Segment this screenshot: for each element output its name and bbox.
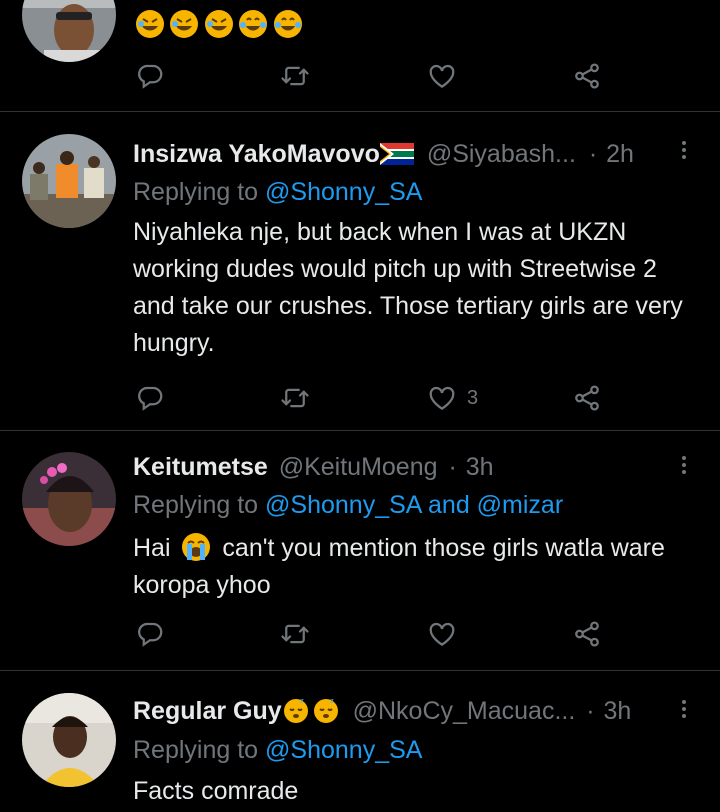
share-button[interactable]	[572, 378, 602, 418]
display-name[interactable]: Insizwa YakoMavovo	[133, 140, 380, 168]
like-icon	[427, 383, 457, 413]
like-count: 3	[467, 386, 479, 409]
reply-icon	[135, 383, 165, 413]
user-handle[interactable]: @KeituMoeng	[279, 453, 438, 481]
tweet-header: Regular Guy z z @NkoCy_Macuac... · 3h	[133, 695, 631, 727]
mention-link[interactable]: @Shonny_SA	[265, 178, 422, 206]
reply-button[interactable]	[135, 614, 165, 654]
avatar[interactable]	[22, 693, 116, 787]
retweet-button[interactable]	[280, 56, 310, 96]
like-button[interactable]	[427, 614, 457, 654]
tweet-text-rest: can't you mention those girls watla ware…	[133, 534, 665, 599]
replying-to-prefix: Replying to	[133, 178, 259, 206]
timestamp[interactable]: 3h	[604, 697, 632, 725]
replying-to-prefix: Replying to	[133, 736, 259, 764]
avatar[interactable]	[22, 134, 116, 228]
replying-to: Replying to @Shonny_SA	[133, 176, 422, 208]
replying-to: Replying to @Shonny_SA	[133, 734, 422, 766]
user-handle[interactable]: @Siyabash...	[427, 140, 576, 168]
tweet-text: Hai can't you mention those girls watla …	[133, 530, 693, 604]
share-button[interactable]	[572, 56, 602, 96]
reply-button[interactable]	[135, 378, 165, 418]
retweet-icon	[280, 619, 310, 649]
loudly-crying-emoji	[182, 533, 211, 561]
tweet-emoji-row	[136, 10, 302, 42]
tweet-2[interactable]: Keitumetse @KeituMoeng · 3h Replying to …	[0, 431, 720, 669]
reply-button[interactable]	[135, 56, 165, 96]
tweet-header: Insizwa YakoMavovo @Siyabash... · 2h	[133, 138, 634, 170]
more-options-button[interactable]	[672, 453, 696, 481]
mention-link[interactable]: @Shonny_SA and @mizar	[265, 491, 563, 519]
retweet-button[interactable]	[280, 378, 310, 418]
like-button[interactable]: 3	[427, 378, 478, 418]
replying-to-prefix: Replying to	[133, 491, 259, 519]
reply-icon	[135, 619, 165, 649]
tears-of-joy-emoji	[239, 10, 268, 38]
share-icon	[572, 61, 602, 91]
user-handle[interactable]: @NkoCy_Macuac...	[353, 697, 576, 725]
retweet-icon	[280, 61, 310, 91]
tweet-3[interactable]: Regular Guy z z @NkoCy_Macuac... · 3h Repl…	[0, 671, 720, 812]
tweet-text: Niyahleka nje, but back when I was at UK…	[133, 218, 683, 357]
more-options-button[interactable]	[672, 138, 696, 166]
sleeping-face-emoji: z	[283, 697, 308, 723]
tweet-actions	[0, 56, 720, 96]
like-icon	[427, 619, 457, 649]
mention-link[interactable]: @Shonny_SA	[265, 736, 422, 764]
rolling-laughing-emoji	[204, 10, 233, 38]
separator-dot: ·	[448, 453, 457, 481]
sleeping-face-emoji: z	[313, 697, 338, 723]
share-icon	[572, 383, 602, 413]
avatar[interactable]	[22, 0, 116, 62]
tears-of-joy-emoji	[273, 10, 302, 38]
like-button[interactable]	[427, 56, 457, 96]
more-options-button[interactable]	[672, 697, 696, 725]
svg-text:z: z	[330, 697, 334, 705]
like-icon	[427, 61, 457, 91]
tweet-text-start: Hai	[133, 534, 171, 562]
tweet-text: Facts comrade	[133, 777, 299, 805]
retweet-button[interactable]	[280, 614, 310, 654]
share-icon	[572, 619, 602, 649]
separator-dot: ·	[586, 697, 595, 725]
rolling-laughing-emoji	[170, 10, 199, 38]
tweet-actions	[0, 614, 720, 654]
retweet-icon	[280, 383, 310, 413]
timestamp[interactable]: 3h	[466, 453, 494, 481]
tweet-actions: 3	[0, 378, 720, 418]
tweet-header: Keitumetse @KeituMoeng · 3h	[133, 451, 494, 483]
svg-text:z: z	[300, 697, 304, 705]
replying-to: Replying to @Shonny_SA and @mizar	[133, 489, 563, 521]
avatar[interactable]	[22, 452, 116, 546]
display-name[interactable]: Regular Guy	[133, 697, 282, 725]
rolling-laughing-emoji	[136, 10, 164, 38]
timestamp[interactable]: 2h	[606, 140, 634, 168]
display-name[interactable]: Keitumetse	[133, 453, 268, 481]
tweet-1[interactable]: Insizwa YakoMavovo @Siyabash... · 2h Rep…	[0, 112, 720, 430]
separator-dot: ·	[588, 140, 598, 168]
south-africa-flag-icon	[379, 143, 414, 165]
tweet-0[interactable]	[0, 0, 720, 110]
share-button[interactable]	[572, 614, 602, 654]
reply-icon	[135, 61, 165, 91]
